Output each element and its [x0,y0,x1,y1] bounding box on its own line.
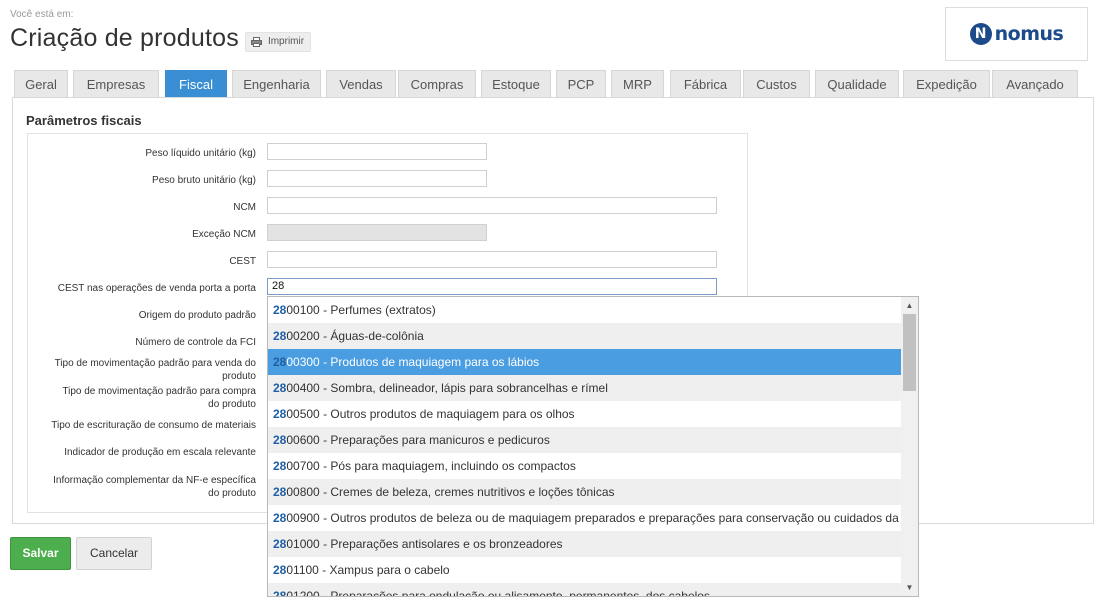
escrituracao-label: Tipo de escrituração de consumo de mater… [51,420,256,431]
option-text: 01000 - Preparações antisolares e os bro… [286,537,563,551]
match-text: 28 [273,511,287,525]
autocomplete-option[interactable]: 2800900 - Outros produtos de beleza ou d… [268,505,902,531]
option-text: 00100 - Perfumes (extratos) [286,303,436,317]
mov-venda-label-line1: Tipo de movimentação padrão para venda d… [54,358,256,369]
page-title: Criação de produtos [10,24,239,52]
autocomplete-option[interactable]: 2800100 - Perfumes (extratos) [268,297,902,323]
breadcrumb: Você está em: [10,9,74,20]
printer-icon [250,36,262,47]
autocomplete-option-selected[interactable]: 2800300 - Produtos de maquiagem para os … [268,349,902,375]
match-text: 28 [273,407,287,421]
match-text: 28 [273,381,287,395]
info-nfe-label-line1: Informação complementar da NF-e específi… [53,475,256,486]
print-button[interactable]: Imprimir [244,31,312,52]
option-text: 00600 - Preparações para manicuros e ped… [286,433,550,447]
option-text: 00200 - Águas-de-colônia [286,329,424,343]
match-text: 28 [273,303,287,317]
tab-custos[interactable]: Custos [743,70,810,97]
option-text: 01200 - Preparações para ondulação ou al… [286,589,710,597]
mov-compra-label-line1: Tipo de movimentação padrão para compra [62,386,256,397]
match-text: 28 [273,329,287,343]
tab-expedicao[interactable]: Expedição [903,70,990,97]
option-text: 00900 - Outros produtos de beleza ou de … [286,511,902,525]
match-text: 28 [273,563,287,577]
option-text: 01100 - Xampus para o cabelo [286,563,450,577]
save-button[interactable]: Salvar [10,537,71,570]
escala-label: Indicador de produção em escala relevant… [64,447,256,458]
ncm-input[interactable] [267,197,717,214]
tab-compras[interactable]: Compras [398,70,476,97]
dropdown-scrollbar[interactable]: ▲ ▼ [901,297,918,596]
tab-fabrica[interactable]: Fábrica [670,70,741,97]
tab-engenharia[interactable]: Engenharia [232,70,321,97]
peso-bruto-label: Peso bruto unitário (kg) [152,175,256,186]
info-nfe-label: Informação complementar da NF-e específi… [53,474,256,500]
fci-label: Número de controle da FCI [135,337,256,348]
section-title: Parâmetros fiscais [26,113,142,128]
excecao-ncm-label: Exceção NCM [192,229,256,240]
autocomplete-option[interactable]: 2800600 - Preparações para manicuros e p… [268,427,902,453]
cancel-button[interactable]: Cancelar [76,537,152,570]
cest-input[interactable] [267,251,717,268]
autocomplete-option[interactable]: 2801000 - Preparações antisolares e os b… [268,531,902,557]
autocomplete-option[interactable]: 2800500 - Outros produtos de maquiagem p… [268,401,902,427]
tab-mrp[interactable]: MRP [611,70,664,97]
autocomplete-option[interactable]: 2800400 - Sombra, delineador, lápis para… [268,375,902,401]
autocomplete-option[interactable]: 2801200 - Preparações para ondulação ou … [268,583,902,597]
match-text: 28 [273,459,287,473]
logo-text: nomus [994,23,1064,45]
tab-pcp[interactable]: PCP [556,70,606,97]
print-label: Imprimir [267,36,305,47]
cest-autocomplete-dropdown[interactable]: 2800100 - Perfumes (extratos) 2800200 - … [267,296,919,597]
mov-compra-label-line2: do produto [208,399,256,410]
scroll-up-arrow-icon[interactable]: ▲ [901,297,918,314]
match-text: 28 [273,355,287,369]
match-text: 28 [273,433,287,447]
cest-porta-input[interactable]: 28 [267,278,717,295]
match-text: 28 [273,589,287,597]
info-nfe-label-line2: do produto [208,488,256,499]
match-text: 28 [273,537,287,551]
autocomplete-option[interactable]: 2800700 - Pós para maquiagem, incluindo … [268,453,902,479]
option-text: 00500 - Outros produtos de maquiagem par… [286,407,575,421]
peso-liquido-label: Peso líquido unitário (kg) [145,148,256,159]
mov-venda-label: Tipo de movimentação padrão para venda d… [55,357,256,383]
cest-porta-label: CEST nas operações de venda porta a port… [57,283,256,294]
tab-vendas[interactable]: Vendas [326,70,396,97]
ncm-label: NCM [233,202,256,213]
autocomplete-option[interactable]: 2801100 - Xampus para o cabelo [268,557,902,583]
option-text: 00400 - Sombra, delineador, lápis para s… [286,381,608,395]
cest-label: CEST [229,256,256,267]
tab-empresas[interactable]: Empresas [73,70,159,97]
tab-fiscal[interactable]: Fiscal [165,70,227,98]
option-text: 00700 - Pós para maquiagem, incluindo os… [286,459,576,473]
mov-venda-label-line2: produto [222,371,256,382]
origem-label: Origem do produto padrão [138,310,256,321]
mov-compra-label: Tipo de movimentação padrão para compra … [62,385,256,411]
peso-liquido-input[interactable] [267,143,487,160]
autocomplete-option[interactable]: 2800200 - Águas-de-colônia [268,323,902,349]
option-text: 00800 - Cremes de beleza, cremes nutriti… [286,485,615,499]
match-text: 28 [273,485,287,499]
tab-avancado[interactable]: Avançado [992,70,1078,97]
logo-mark: N [969,23,992,45]
option-text: 00300 - Produtos de maquiagem para os lá… [286,355,540,369]
tab-geral[interactable]: Geral [14,70,68,97]
autocomplete-option[interactable]: 2800800 - Cremes de beleza, cremes nutri… [268,479,902,505]
tab-estoque[interactable]: Estoque [481,70,551,97]
peso-bruto-input[interactable] [267,170,487,187]
scroll-thumb[interactable] [903,314,916,391]
tab-qualidade[interactable]: Qualidade [815,70,899,97]
scroll-down-arrow-icon[interactable]: ▼ [901,579,918,596]
company-logo: N nomus [945,7,1088,61]
excecao-ncm-input [267,224,487,241]
